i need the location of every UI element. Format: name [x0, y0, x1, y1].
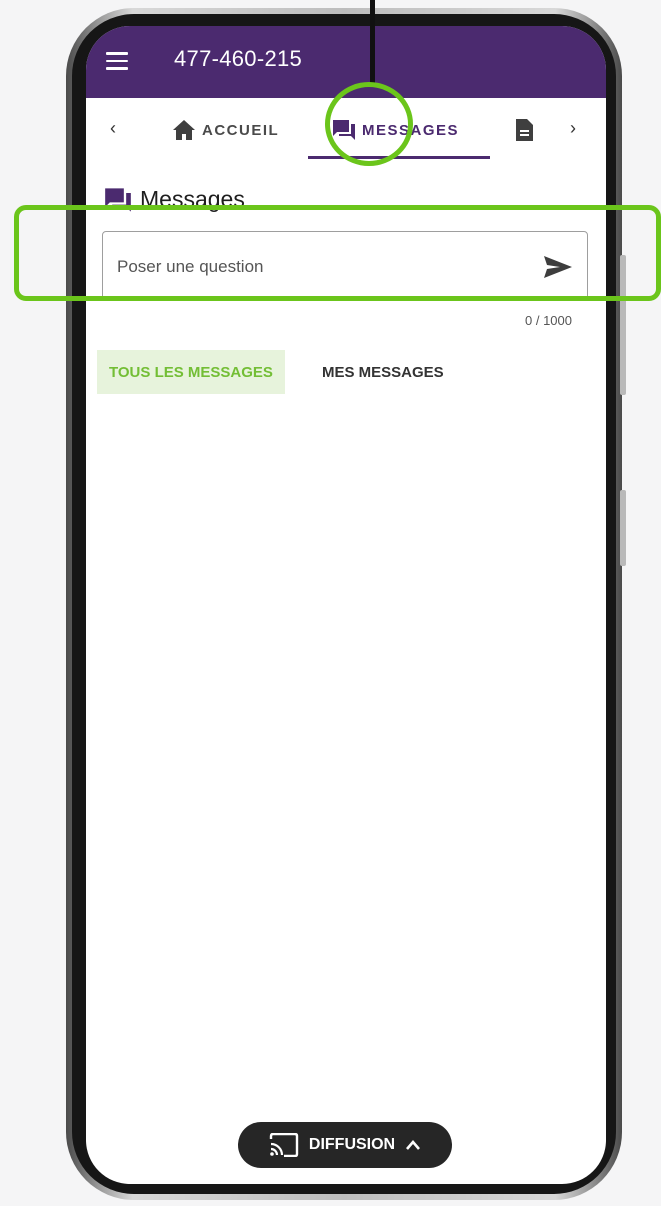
tab-document[interactable]: [514, 116, 540, 144]
app-screen: 477-460-215 ‹ ACCUEIL MESSAGES › Message…: [86, 26, 606, 1184]
tab-selection-indicator: [308, 156, 490, 159]
tab-label: ACCUEIL: [202, 121, 280, 139]
document-icon: [516, 119, 533, 141]
diffusion-button[interactable]: DIFFUSION: [238, 1122, 452, 1168]
chevron-right-icon[interactable]: ›: [570, 118, 576, 139]
cast-icon: [269, 1133, 299, 1157]
menu-icon[interactable]: [106, 52, 128, 70]
character-counter: 0 / 1000: [525, 313, 572, 328]
annotation-highlight-circle: [325, 82, 413, 166]
home-icon: [173, 120, 195, 140]
chevron-left-icon[interactable]: ‹: [110, 118, 116, 139]
annotation-highlight-rectangle: [14, 205, 661, 301]
tab-accueil[interactable]: ACCUEIL: [172, 116, 279, 144]
diffusion-label: DIFFUSION: [308, 1136, 396, 1153]
phone-power-button: [620, 490, 626, 566]
annotation-pointer-line: [370, 0, 375, 86]
filter-my-messages[interactable]: MES MESSAGES: [310, 350, 456, 394]
app-title: 477-460-215: [174, 46, 303, 71]
filter-all-messages[interactable]: TOUS LES MESSAGES: [97, 350, 285, 394]
chevron-up-icon: [406, 1140, 421, 1150]
